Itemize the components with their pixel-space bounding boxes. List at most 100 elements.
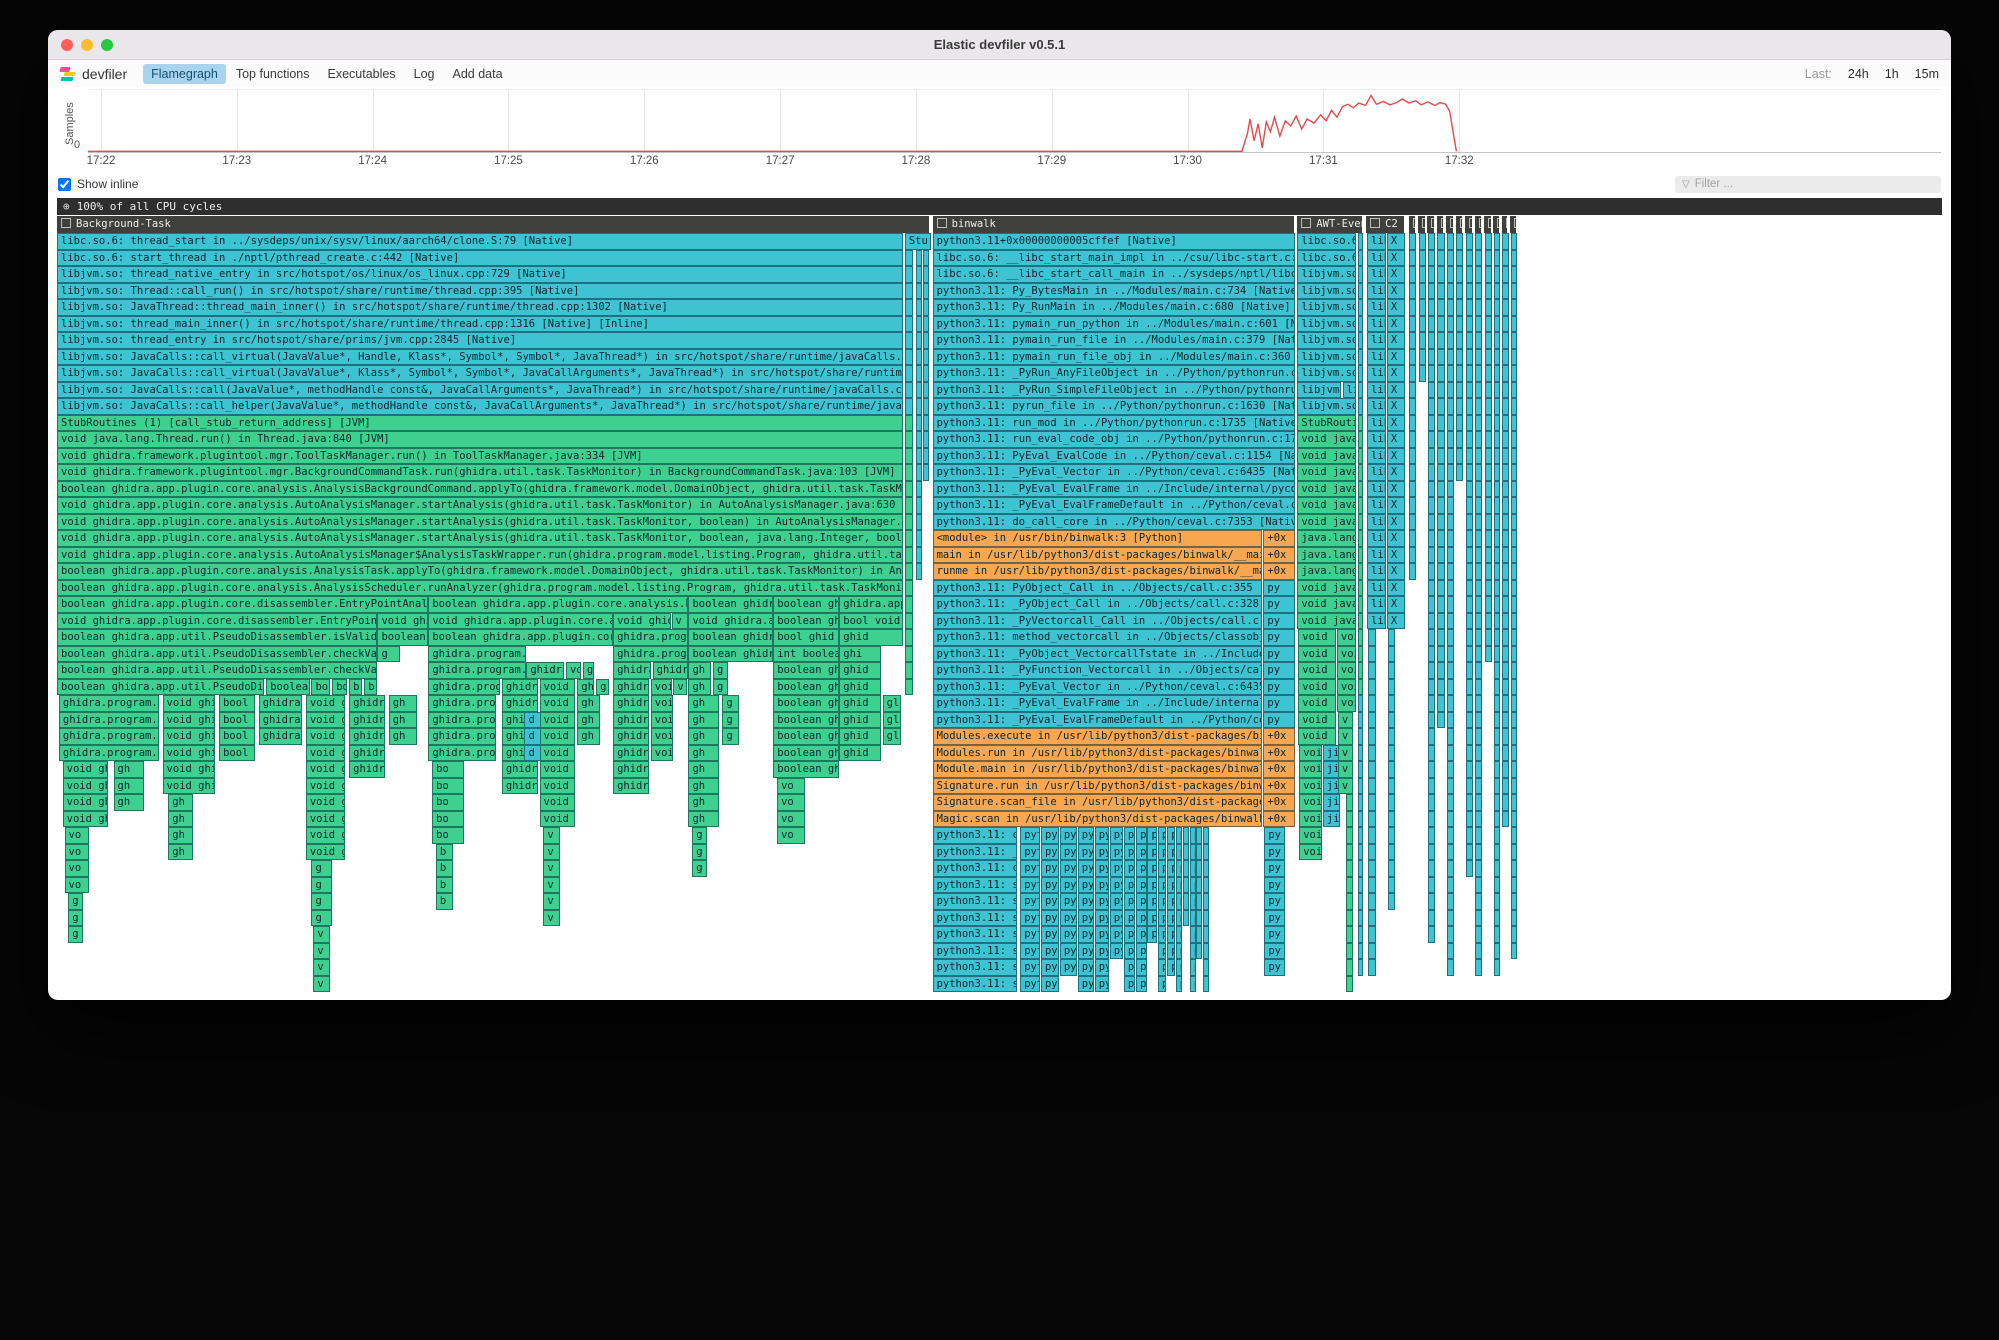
flame-frame[interactable] xyxy=(1456,398,1463,415)
section-checkbox-icon[interactable] xyxy=(1413,218,1416,228)
flame-frame[interactable]: python3.11 xyxy=(1136,844,1146,861)
flame-frame[interactable]: ji xyxy=(1323,811,1340,828)
flame-frame[interactable] xyxy=(1475,844,1482,861)
flame-frame[interactable] xyxy=(1494,844,1500,861)
flame-frame[interactable] xyxy=(1437,679,1444,696)
flame-frame[interactable]: python3.11 xyxy=(1196,893,1202,910)
flame-frame[interactable]: gh xyxy=(389,712,417,729)
flame-frame[interactable] xyxy=(1475,464,1482,481)
flame-frame[interactable] xyxy=(1502,464,1508,481)
flame-frame[interactable]: libjvm.so: JavaThread::thread_main_inner… xyxy=(1297,299,1355,316)
flame-section-header[interactable] xyxy=(1437,216,1444,233)
flame-frame[interactable] xyxy=(1358,283,1364,300)
flame-frame[interactable] xyxy=(1358,580,1364,597)
flame-frame[interactable] xyxy=(1388,893,1396,910)
flame-frame[interactable]: b xyxy=(364,679,377,696)
flame-frame[interactable] xyxy=(1475,794,1482,811)
flame-frame[interactable] xyxy=(1409,547,1416,564)
flame-frame[interactable]: void xyxy=(651,745,674,762)
flame-frame[interactable]: python3.11 xyxy=(1196,910,1202,927)
flame-frame[interactable]: g xyxy=(722,695,739,712)
flame-frame[interactable] xyxy=(1346,943,1353,960)
flame-frame[interactable]: bo xyxy=(311,679,330,696)
flame-section-header[interactable]: binwalk xyxy=(933,216,1294,233)
flame-frame[interactable] xyxy=(1485,415,1492,432)
flame-frame[interactable] xyxy=(1358,481,1364,498)
flame-frame[interactable]: ghidra.prog xyxy=(526,662,564,679)
flame-frame[interactable] xyxy=(1358,530,1364,547)
flame-frame[interactable]: bo xyxy=(432,794,464,811)
flame-frame[interactable]: python3.11: _PyFunction_Vectorcall in ..… xyxy=(933,662,1263,679)
flame-frame[interactable] xyxy=(1475,349,1482,366)
flame-frame[interactable] xyxy=(1447,431,1454,448)
flame-frame[interactable] xyxy=(1466,596,1473,613)
flame-frame[interactable]: python3.11 xyxy=(1136,827,1146,844)
flame-frame[interactable] xyxy=(1475,860,1482,877)
flame-frame[interactable] xyxy=(1358,250,1364,267)
flame-frame[interactable] xyxy=(1494,547,1500,564)
flame-frame[interactable]: ghidra.program.model.address.AddressSet … xyxy=(613,646,688,663)
flame-frame[interactable]: libc.so.6: start_thread [Native] xyxy=(1297,250,1355,267)
flame-frame[interactable]: void g xyxy=(540,794,576,811)
flame-frame[interactable]: X xyxy=(1387,514,1405,531)
flame-frame[interactable]: python3.11: _PyRun_SimpleFileObject in .… xyxy=(933,382,1296,399)
flame-frame[interactable] xyxy=(1494,250,1500,267)
flame-frame[interactable] xyxy=(1502,563,1508,580)
flame-frame[interactable] xyxy=(1419,266,1426,283)
flame-frame[interactable]: python3.11 xyxy=(1124,943,1135,960)
flame-frame[interactable]: python3.11: sre_ucs1_match [Native] xyxy=(933,943,1018,960)
flame-frame[interactable]: python3.11 xyxy=(1158,959,1166,976)
flame-frame[interactable] xyxy=(1447,283,1454,300)
flame-frame[interactable] xyxy=(1494,794,1500,811)
flame-frame[interactable]: boolean gh xyxy=(773,728,839,745)
flame-frame[interactable] xyxy=(1502,778,1508,795)
flame-frame[interactable] xyxy=(1511,563,1517,580)
flame-section-header[interactable]: Background-Task xyxy=(57,216,929,233)
flame-frame[interactable] xyxy=(1485,233,1492,250)
flame-frame[interactable] xyxy=(1447,844,1454,861)
flame-frame[interactable] xyxy=(1447,316,1454,333)
flame-frame[interactable] xyxy=(1511,481,1517,498)
flame-frame[interactable] xyxy=(905,629,913,646)
flame-frame[interactable]: boolean ghidra.app.plugin.core.clear.Cle… xyxy=(428,629,613,646)
flame-frame[interactable]: vo xyxy=(65,844,90,861)
flame-frame[interactable]: void java.awt.EventDispatchThread.pumpEv… xyxy=(1297,497,1355,514)
flame-frame[interactable]: void g xyxy=(540,811,576,828)
flame-frame[interactable] xyxy=(1502,580,1508,597)
flame-frame[interactable]: python3.11 xyxy=(1041,860,1059,877)
flame-frame[interactable] xyxy=(1409,349,1416,366)
flame-frame[interactable]: ghidra.prog xyxy=(613,662,651,679)
flame-frame[interactable] xyxy=(1368,646,1376,663)
flame-frame[interactable]: void xyxy=(1299,745,1322,762)
flame-frame[interactable] xyxy=(1475,629,1482,646)
flame-frame[interactable]: python3.11 xyxy=(1060,926,1077,943)
flame-frame[interactable] xyxy=(1485,646,1492,663)
flame-frame[interactable] xyxy=(1368,959,1376,976)
flame-frame[interactable]: g xyxy=(692,844,707,861)
flame-frame[interactable]: boolean gh xyxy=(773,745,839,762)
flame-frame[interactable] xyxy=(1466,514,1473,531)
flame-frame[interactable]: python3.11 xyxy=(1203,844,1209,861)
flame-frame[interactable] xyxy=(1358,811,1364,828)
flame-frame[interactable] xyxy=(1456,464,1463,481)
flame-frame[interactable]: bool xyxy=(219,745,255,762)
flame-frame[interactable]: python3.11 xyxy=(1095,844,1109,861)
flame-frame[interactable] xyxy=(1358,761,1364,778)
flame-frame[interactable]: libc.so.6: thread_start in ../sysdeps/un… xyxy=(57,233,903,250)
flame-frame[interactable]: ghidra.program.model.address.AddressSet … xyxy=(613,629,688,646)
flame-frame[interactable] xyxy=(905,662,913,679)
flame-frame[interactable] xyxy=(1358,943,1364,960)
flame-frame[interactable]: python3.11 xyxy=(1158,976,1166,993)
section-checkbox-icon[interactable] xyxy=(1479,218,1482,228)
flame-frame[interactable]: <module> in /usr/bin/binwalk:3 [Python] xyxy=(933,530,1263,547)
flame-frame[interactable] xyxy=(1447,646,1454,663)
flame-frame[interactable] xyxy=(1485,365,1492,382)
flame-frame[interactable] xyxy=(1511,596,1517,613)
flame-frame[interactable] xyxy=(1428,662,1435,679)
section-checkbox-icon[interactable] xyxy=(1488,218,1491,228)
flame-frame[interactable]: void ghidra.app.plugin.core.disassembler… xyxy=(57,613,377,630)
flame-frame[interactable]: Magic.scan in /usr/lib/python3/dist-pack… xyxy=(933,811,1263,828)
flame-frame[interactable] xyxy=(1428,596,1435,613)
flame-frame[interactable] xyxy=(1502,382,1508,399)
flame-frame[interactable]: boolean ghidra.app.plugin.core.function … xyxy=(773,596,839,613)
